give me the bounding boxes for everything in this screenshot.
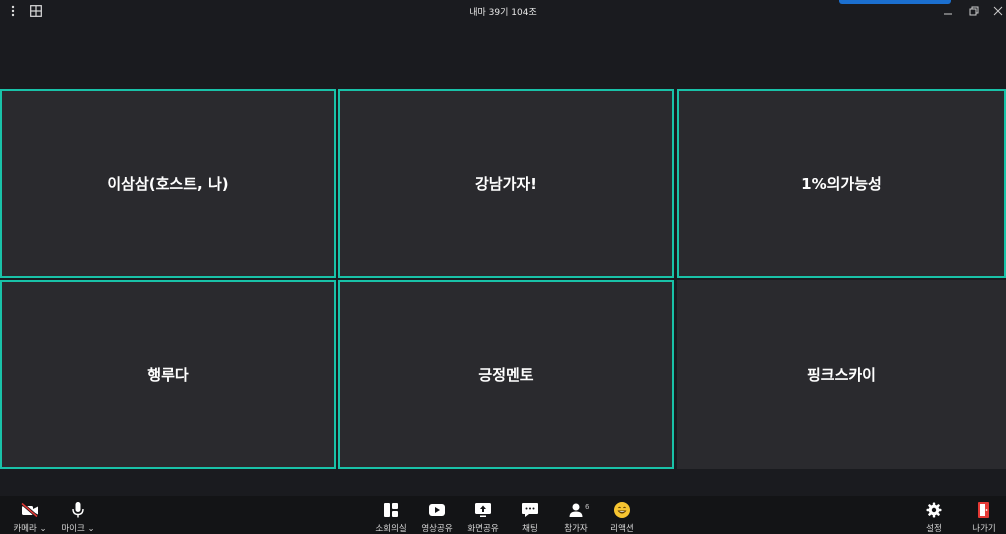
mic-label: 마이크 (61, 524, 85, 534)
reactions-button[interactable]: 리액션 (604, 496, 640, 534)
mic-button[interactable]: 마이크 ⌄ (58, 496, 98, 534)
leave-label: 나가기 (972, 524, 996, 534)
video-play-icon (428, 498, 446, 521)
title-bar: 내마 39기 104조 (0, 0, 1006, 22)
camera-button[interactable]: 카메라 ⌄ (8, 496, 52, 534)
participant-tile[interactable]: 강남가자! (338, 89, 674, 278)
participant-name: 긍정멘토 (478, 366, 534, 384)
exit-door-icon (977, 498, 991, 521)
participant-tile[interactable]: 행루다 (0, 280, 336, 469)
participant-name: 강남가자! (474, 175, 538, 193)
close-icon[interactable] (990, 3, 1006, 19)
breakout-rooms-label: 소회의실 (375, 524, 407, 534)
participant-tile[interactable]: 핑크스카이 (677, 280, 1006, 469)
leave-button[interactable]: 나가기 (966, 496, 1002, 534)
participant-tile[interactable]: 긍정멘토 (338, 280, 674, 469)
participants-label: 참가자 (564, 524, 588, 534)
meeting-toolbar: 카메라 ⌄ 마이크 ⌄ 소회의실 영상공유 화면공유 채팅 참가자 6 리액션 … (0, 496, 1006, 534)
participant-count-badge: 6 (585, 503, 590, 511)
person-icon (568, 498, 584, 521)
participants-button[interactable]: 참가자 6 (558, 496, 594, 534)
breakout-rooms-button[interactable]: 소회의실 (370, 496, 412, 534)
participant-name: 핑크스카이 (806, 366, 876, 384)
screen-share-label: 화면공유 (467, 524, 499, 534)
participant-tile[interactable]: 1%의가능성 (677, 89, 1006, 278)
chevron-down-icon[interactable]: ⌄ (40, 524, 47, 534)
settings-label: 설정 (926, 524, 942, 534)
participant-name: 1%의가능성 (801, 175, 882, 193)
gear-icon (926, 498, 942, 521)
minimize-icon[interactable] (940, 3, 956, 19)
chat-label: 채팅 (522, 524, 538, 534)
microphone-icon (71, 498, 85, 521)
restore-icon[interactable] (966, 3, 982, 19)
camera-label: 카메라 (13, 524, 37, 534)
window-title: 내마 39기 104조 (469, 8, 537, 18)
settings-button[interactable]: 설정 (918, 496, 950, 534)
screen-share-button[interactable]: 화면공유 (462, 496, 504, 534)
video-share-button[interactable]: 영상공유 (416, 496, 458, 534)
breakout-rooms-icon (383, 498, 399, 521)
chat-button[interactable]: 채팅 (512, 496, 548, 534)
participant-tile[interactable]: 이삼삼(호스트, 나) (0, 89, 336, 278)
chevron-down-icon[interactable]: ⌄ (88, 524, 95, 534)
screen-share-icon (474, 498, 492, 521)
smiley-icon (613, 498, 631, 521)
camera-off-icon (20, 498, 40, 521)
video-share-label: 영상공유 (421, 524, 453, 534)
participant-name: 이삼삼(호스트, 나) (107, 175, 229, 193)
accent-strip (839, 0, 951, 4)
chat-bubble-icon (521, 498, 539, 521)
reactions-label: 리액션 (610, 524, 634, 534)
participant-name: 행루다 (147, 366, 189, 384)
